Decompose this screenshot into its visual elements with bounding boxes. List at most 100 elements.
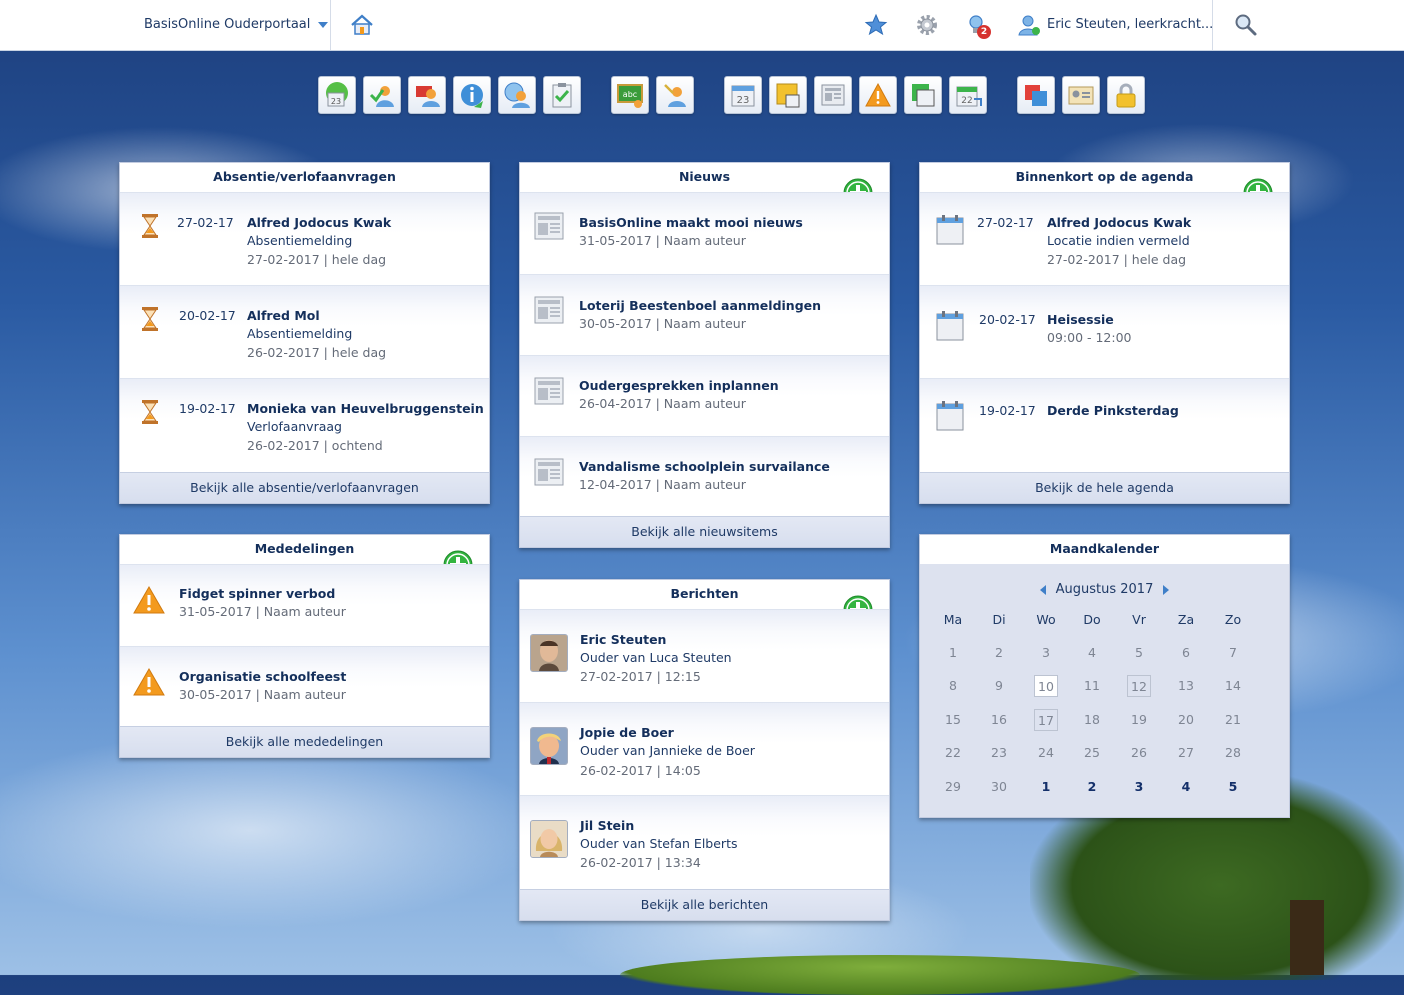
calendar-day[interactable]: 17 [1034,709,1058,731]
calendar-day[interactable]: 4 [1080,642,1104,664]
list-item[interactable]: 27-02-17 Alfred Jodocus Kwak Absentiemel… [120,192,489,285]
calendar-chat-icon: 23 [326,82,348,107]
calendar-day[interactable]: 5 [1221,776,1245,798]
list-item[interactable]: 27-02-17 Alfred Jodocus Kwak Locatie ind… [920,192,1289,285]
tool-announcements[interactable] [859,76,897,114]
list-item[interactable]: Eric Steuten Ouder van Luca Steuten 27-0… [520,609,889,702]
calendar-day[interactable]: 3 [1127,776,1151,798]
calendar-day[interactable]: 19 [1127,709,1151,731]
calendar-day[interactable]: 9 [987,675,1011,697]
home-icon[interactable] [350,13,374,37]
view-all-news-link[interactable]: Bekijk alle nieuwsitems [520,516,889,547]
view-full-agenda-link[interactable]: Bekijk de hele agenda [920,472,1289,503]
item-meta: 26-02-2017 | 13:34 [580,855,701,870]
user-icon[interactable] [1017,13,1041,37]
calendar-day[interactable]: 3 [1034,642,1058,664]
calendar-day[interactable]: 22 [941,742,965,764]
calendar-day[interactable]: 12 [1127,675,1151,697]
notifications-button[interactable]: 2 [966,13,992,39]
tool-teacher[interactable] [656,76,694,114]
calendar-day[interactable]: 21 [1221,709,1245,731]
weekday-header: Ma [943,612,963,627]
tool-news[interactable] [814,76,852,114]
portal-switcher[interactable]: BasisOnline Ouderportaal [144,17,329,32]
list-item[interactable]: Fidget spinner verbod 31-05-2017 | Naam … [120,564,489,646]
tool-absence[interactable] [408,76,446,114]
weekday-header: Zo [1224,612,1242,627]
calendar-day[interactable]: 15 [941,709,965,731]
tool-presence[interactable] [363,76,401,114]
calendar-day[interactable]: 7 [1221,642,1245,664]
calendar-day[interactable]: 29 [941,776,965,798]
calendar-day[interactable]: 2 [1080,776,1104,798]
media-stack-icon [912,84,935,107]
user-menu[interactable]: Eric Steuten, leerkracht... [1047,17,1213,32]
calendar-day[interactable]: 20 [1174,709,1198,731]
top-bar: BasisOnline Ouderportaal 2 Eric Steuten,… [0,0,1404,51]
calendar-day[interactable]: 30 [987,776,1011,798]
gear-icon[interactable] [915,13,939,37]
calendar-day[interactable]: 10 [1034,675,1058,697]
tool-messages[interactable] [498,76,536,114]
chevron-left-icon[interactable] [1039,584,1046,595]
calendar-day[interactable]: 13 [1174,675,1198,697]
tool-lock[interactable] [1107,76,1145,114]
calendar-day[interactable]: 5 [1127,642,1151,664]
tool-board[interactable]: abc [611,76,649,114]
tool-groups[interactable] [1017,76,1055,114]
star-icon[interactable] [864,13,888,37]
calendar-day[interactable]: 8 [941,675,965,697]
portal-label: BasisOnline Ouderportaal [144,17,311,32]
calendar-day[interactable]: 16 [987,709,1011,731]
list-item[interactable]: Jil Stein Ouder van Stefan Elberts 26-02… [520,795,889,890]
calendar-day[interactable]: 1 [941,642,965,664]
tool-schedule[interactable] [769,76,807,114]
contact-card-icon [1068,86,1094,105]
view-all-absence-link[interactable]: Bekijk alle absentie/verlofaanvragen [120,472,489,503]
tool-agenda-chat[interactable]: 23 [318,76,356,114]
tool-media[interactable] [904,76,942,114]
calendar-day[interactable]: 23 [987,742,1011,764]
calendar-day[interactable]: 14 [1221,675,1245,697]
list-item[interactable]: Oudergesprekken inplannen 26-04-2017 | N… [520,355,889,436]
lock-icon [1116,83,1136,108]
calendar-day[interactable]: 25 [1080,742,1104,764]
item-title: Oudergesprekken inplannen [579,378,779,393]
calendar-day[interactable]: 24 [1034,742,1058,764]
calendar-day[interactable]: 6 [1174,642,1198,664]
view-all-announcements-link[interactable]: Bekijk alle mededelingen [120,726,489,757]
sender-relation: Ouder van Stefan Elberts [580,836,738,851]
list-item[interactable]: 20-02-17 Alfred Mol Absentiemelding 26-0… [120,285,489,378]
list-item[interactable]: 19-02-17 Monieka van Heuvelbruggenstein … [120,378,489,473]
list-item[interactable]: Jopie de Boer Ouder van Jannieke de Boer… [520,702,889,795]
calendar-day[interactable]: 11 [1080,675,1104,697]
tool-contact-card[interactable] [1062,76,1100,114]
calendar-day[interactable]: 4 [1174,776,1198,798]
calendar-day[interactable]: 18 [1080,709,1104,731]
tool-calendar[interactable]: 23 [724,76,762,114]
search-icon[interactable] [1234,13,1258,37]
tool-calendar-sync[interactable]: 22 [949,76,987,114]
calendar-day[interactable]: 26 [1127,742,1151,764]
item-title: Organisatie schoolfeest [179,669,347,684]
list-item[interactable]: Vandalisme schoolplein survailance 12-04… [520,436,889,517]
newspaper-icon [821,84,845,106]
item-meta: 12-04-2017 | Naam auteur [579,477,746,492]
list-item[interactable]: Loterij Beestenboel aanmeldingen 30-05-2… [520,274,889,355]
list-item[interactable]: Organisatie schoolfeest 30-05-2017 | Naa… [120,646,489,727]
calendar-day[interactable]: 27 [1174,742,1198,764]
list-item[interactable]: 19-02-17 Derde Pinksterdag [920,378,1289,473]
calendar-day[interactable]: 1 [1034,776,1058,798]
list-item[interactable]: 20-02-17 Heisessie 09:00 - 12:00 [920,285,1289,378]
avatar [530,634,568,672]
list-item[interactable]: BasisOnline maakt mooi nieuws 31-05-2017… [520,192,889,274]
warning-icon [133,668,165,696]
item-date: 20-02-17 [979,312,1036,327]
chevron-right-icon[interactable] [1163,584,1170,595]
tool-checklist[interactable] [543,76,581,114]
tool-info[interactable] [453,76,491,114]
calendar-day[interactable]: 28 [1221,742,1245,764]
item-meta: 26-02-2017 | hele dag [247,345,387,360]
view-all-messages-link[interactable]: Bekijk alle berichten [520,889,889,920]
calendar-day[interactable]: 2 [987,642,1011,664]
